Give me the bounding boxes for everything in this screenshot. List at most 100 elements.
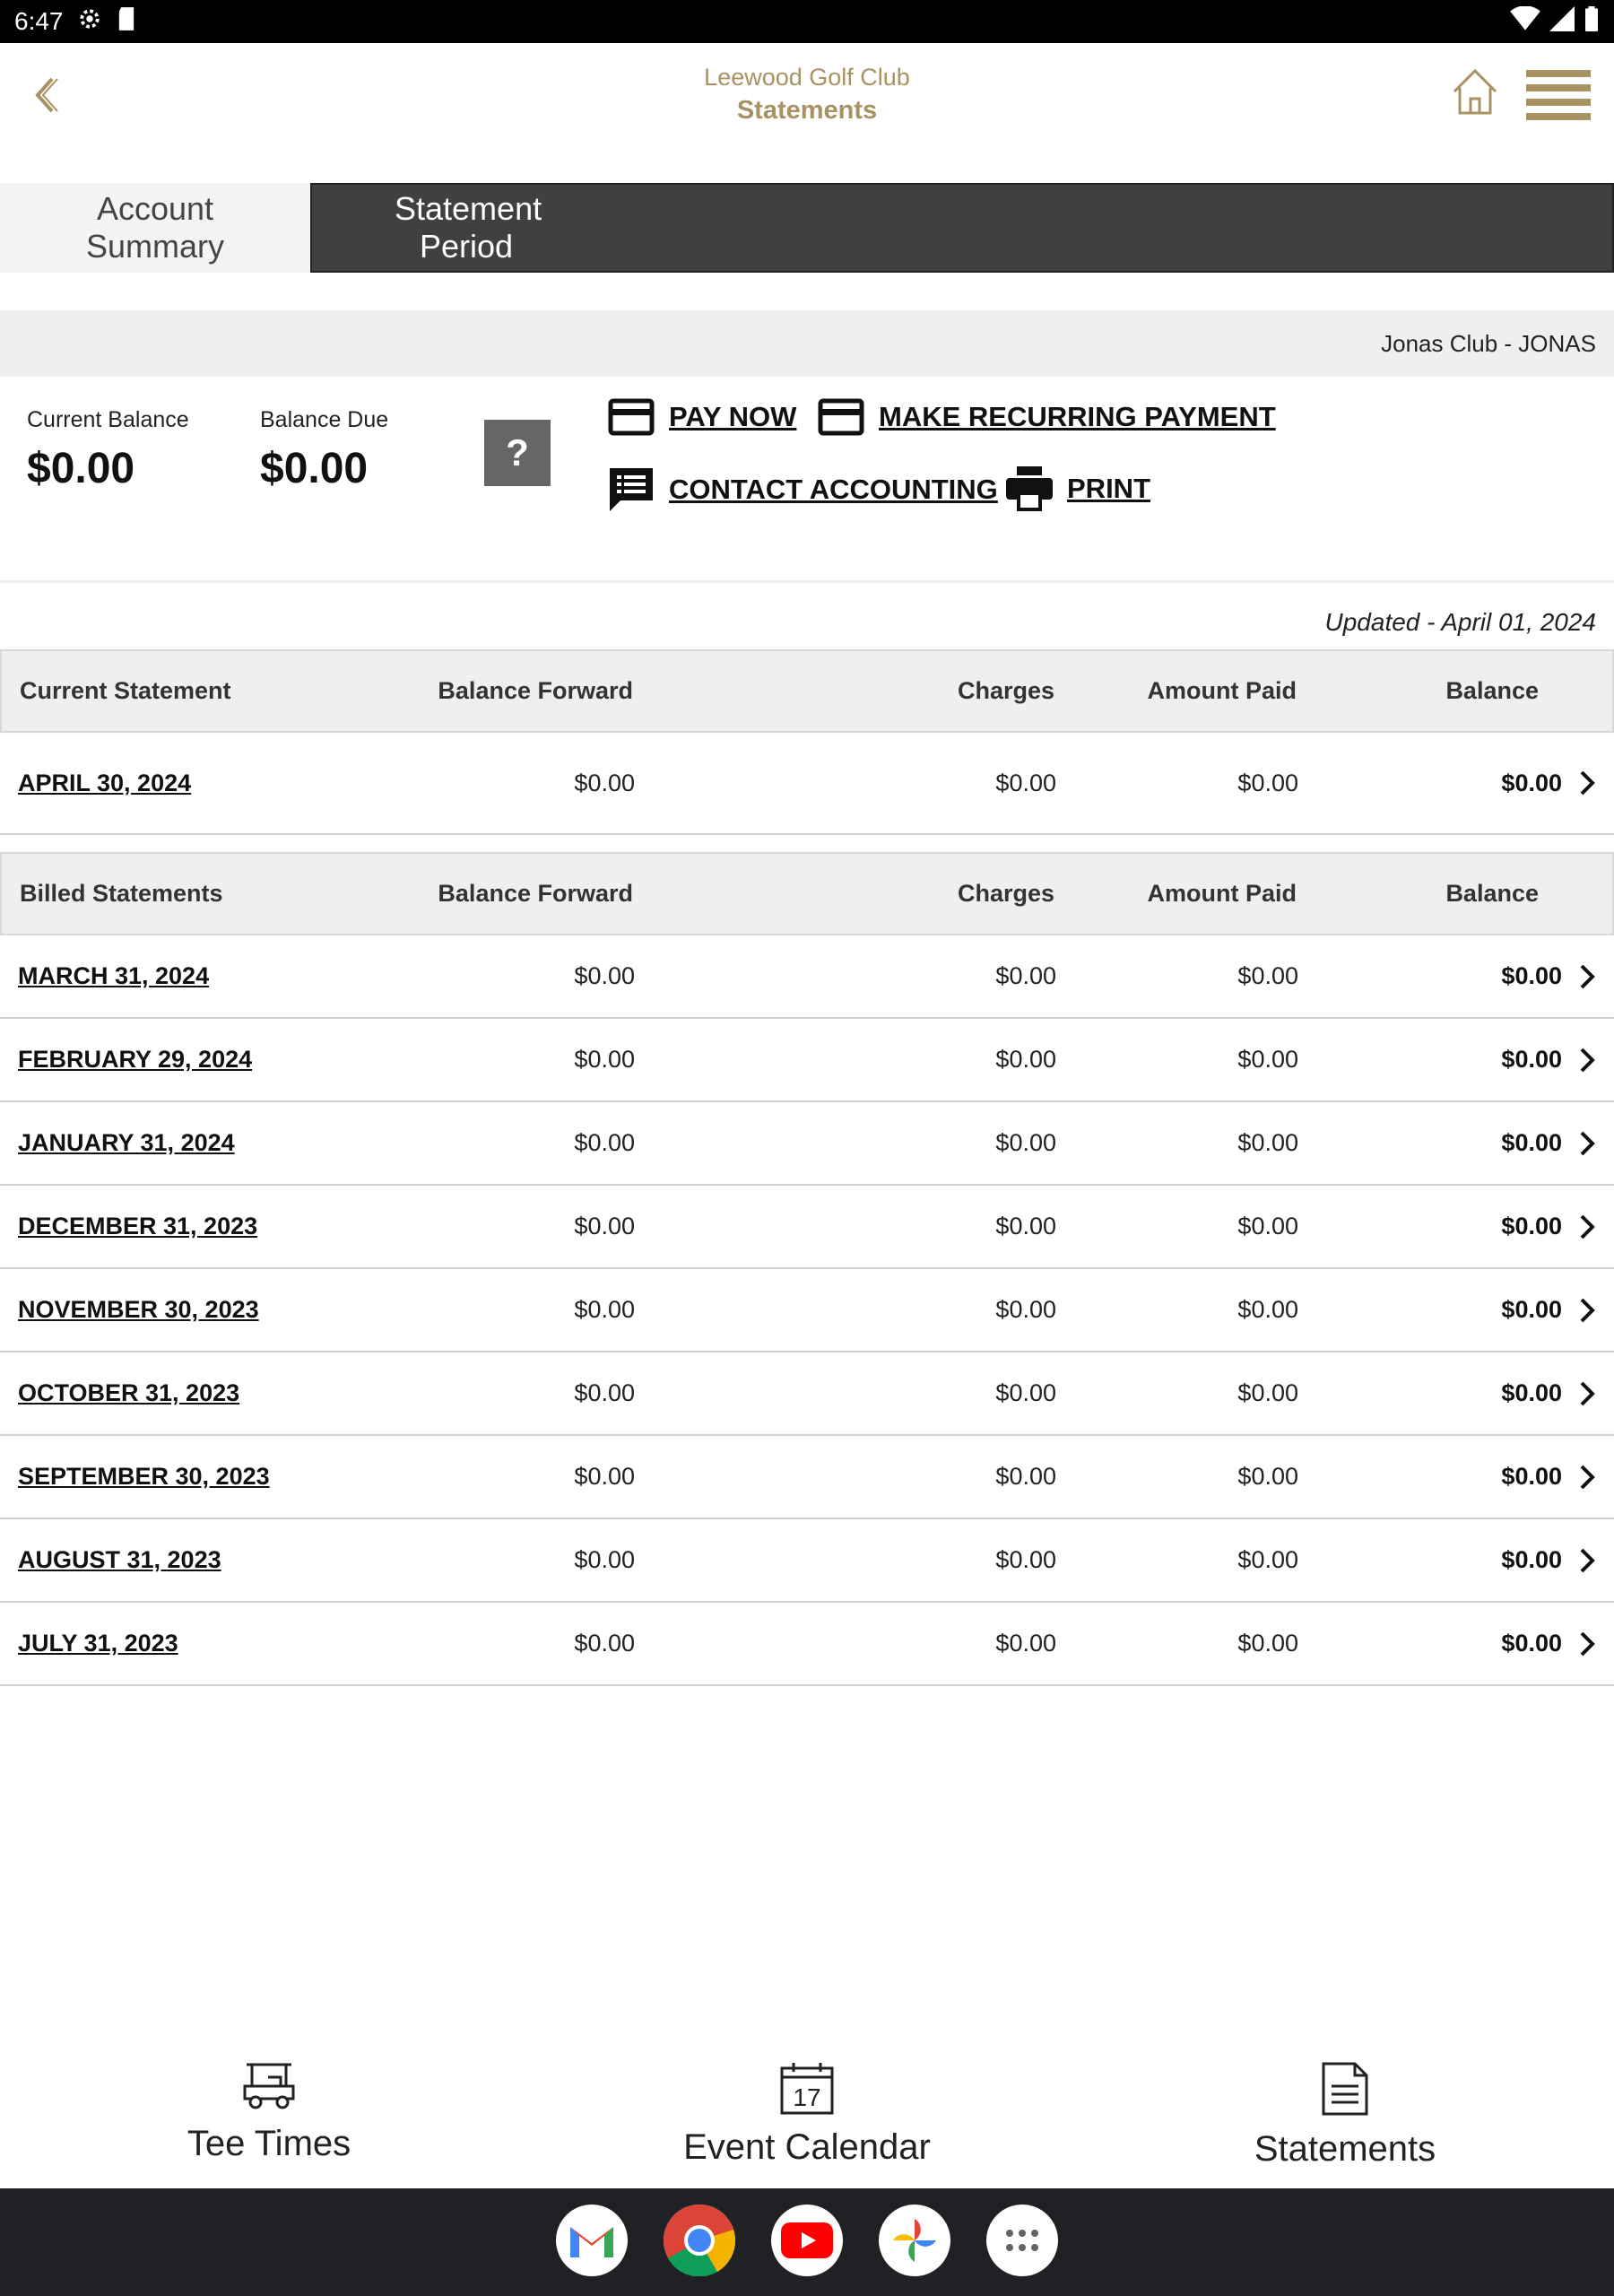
- chevron-right-icon[interactable]: [1578, 1102, 1596, 1184]
- balance-forward-cell: $0.00: [574, 1296, 635, 1323]
- statement-date-link[interactable]: SEPTEMBER 30, 2023: [18, 1436, 270, 1518]
- balance-forward-cell: $0.00: [574, 962, 635, 989]
- table-row[interactable]: APRIL 30, 2024 $0.00 $0.00 $0.00 $0.00: [0, 733, 1614, 835]
- bottom-navigation: Tee Times 17 Event Calendar Statements: [0, 2061, 1614, 2187]
- statement-date-link[interactable]: NOVEMBER 30, 2023: [18, 1269, 259, 1351]
- table-row[interactable]: OCTOBER 31, 2023 $0.00 $0.00 $0.00 $0.00: [0, 1352, 1614, 1436]
- chevron-right-icon[interactable]: [1578, 1352, 1596, 1434]
- table-row[interactable]: AUGUST 31, 2023 $0.00 $0.00 $0.00 $0.00: [0, 1519, 1614, 1603]
- balance-due-block: Balance Due $0.00: [260, 407, 388, 493]
- nav-tee-times[interactable]: Tee Times: [90, 2061, 448, 2164]
- nav-statements[interactable]: Statements: [1166, 2061, 1524, 2170]
- chevron-right-icon[interactable]: [1578, 1436, 1596, 1518]
- balance-forward-cell: $0.00: [574, 1213, 635, 1239]
- nav-label: Event Calendar: [683, 2127, 931, 2167]
- club-name: Leewood Golf Club: [704, 64, 910, 91]
- column-header: Amount Paid: [1147, 677, 1297, 704]
- make-recurring-payment-button[interactable]: MAKE RECURRING PAYMENT: [818, 398, 1276, 436]
- amount-paid-cell: $0.00: [1237, 962, 1298, 989]
- chat-message-icon: [610, 468, 653, 511]
- youtube-icon[interactable]: [771, 2205, 843, 2276]
- statement-date-link[interactable]: FEBRUARY 29, 2024: [18, 1019, 252, 1100]
- tab-label-line: Period: [419, 228, 514, 265]
- statement-tabs: Account Summary Statement Period: [0, 183, 1614, 273]
- photos-icon[interactable]: [879, 2205, 950, 2276]
- table-row[interactable]: JANUARY 31, 2024 $0.00 $0.00 $0.00 $0.00: [0, 1102, 1614, 1186]
- chevron-right-icon[interactable]: [1578, 1186, 1596, 1267]
- amount-paid-cell: $0.00: [1237, 1379, 1298, 1406]
- table-row[interactable]: SEPTEMBER 30, 2023 $0.00 $0.00 $0.00 $0.…: [0, 1436, 1614, 1519]
- credit-card-icon: [818, 398, 864, 436]
- statement-date-link[interactable]: APRIL 30, 2024: [18, 733, 191, 833]
- contact-accounting-button[interactable]: CONTACT ACCOUNTING: [608, 466, 998, 513]
- app-drawer-icon[interactable]: [986, 2205, 1058, 2276]
- balance-summary: Current Balance $0.00 Balance Due $0.00 …: [0, 395, 1614, 583]
- chevron-right-icon[interactable]: [1578, 733, 1596, 833]
- nav-event-calendar[interactable]: 17 Event Calendar: [628, 2061, 986, 2168]
- table-row[interactable]: FEBRUARY 29, 2024 $0.00 $0.00 $0.00 $0.0…: [0, 1019, 1614, 1102]
- column-header: Balance Forward: [438, 880, 633, 907]
- balance-cell: $0.00: [1501, 1046, 1562, 1073]
- table-row[interactable]: JULY 31, 2023 $0.00 $0.00 $0.00 $0.00: [0, 1603, 1614, 1686]
- amount-paid-cell: $0.00: [1237, 1630, 1298, 1657]
- amount-paid-cell: $0.00: [1237, 1546, 1298, 1573]
- menu-button[interactable]: [1526, 70, 1591, 122]
- nav-label: Tee Times: [187, 2124, 351, 2163]
- current-balance-label: Current Balance: [27, 407, 189, 432]
- help-button[interactable]: ?: [484, 420, 551, 486]
- balance-cell: $0.00: [1501, 1213, 1562, 1239]
- balance-forward-cell: $0.00: [574, 769, 635, 796]
- chevron-right-icon[interactable]: [1578, 935, 1596, 1017]
- column-header: Balance: [1445, 677, 1539, 704]
- balance-cell: $0.00: [1501, 962, 1562, 989]
- balance-cell: $0.00: [1501, 1379, 1562, 1406]
- balance-forward-cell: $0.00: [574, 1379, 635, 1406]
- column-header: Billed Statements: [20, 880, 223, 907]
- charges-cell: $0.00: [995, 1129, 1056, 1156]
- tab-account-summary[interactable]: Account Summary: [0, 183, 310, 273]
- statement-date-link[interactable]: MARCH 31, 2024: [18, 935, 209, 1017]
- amount-paid-cell: $0.00: [1237, 1296, 1298, 1323]
- balance-cell: $0.00: [1501, 1463, 1562, 1490]
- statement-date-link[interactable]: JULY 31, 2023: [18, 1603, 178, 1684]
- gmail-icon[interactable]: [556, 2205, 628, 2276]
- amount-paid-cell: $0.00: [1237, 769, 1298, 796]
- statement-date-link[interactable]: DECEMBER 31, 2023: [18, 1186, 257, 1267]
- battery-icon: [1584, 5, 1600, 38]
- table-row[interactable]: NOVEMBER 30, 2023 $0.00 $0.00 $0.00 $0.0…: [0, 1269, 1614, 1352]
- print-button[interactable]: PRINT: [1006, 466, 1150, 511]
- table-row[interactable]: MARCH 31, 2024 $0.00 $0.00 $0.00 $0.00: [0, 935, 1614, 1019]
- balance-cell: $0.00: [1501, 1129, 1562, 1156]
- nav-label: Statements: [1254, 2129, 1436, 2169]
- wifi-icon: [1510, 4, 1540, 38]
- current-statement-table: Current Statement Balance Forward Charge…: [0, 649, 1614, 835]
- billed-statements-table: Billed Statements Balance Forward Charge…: [0, 852, 1614, 1686]
- balance-forward-cell: $0.00: [574, 1463, 635, 1490]
- chrome-icon[interactable]: [664, 2205, 735, 2276]
- calendar-day: 17: [793, 2083, 820, 2111]
- chevron-right-icon[interactable]: [1578, 1269, 1596, 1351]
- statement-date-link[interactable]: AUGUST 31, 2023: [18, 1519, 221, 1601]
- table-row[interactable]: DECEMBER 31, 2023 $0.00 $0.00 $0.00 $0.0…: [0, 1186, 1614, 1269]
- calendar-icon: 17: [780, 2063, 834, 2115]
- column-header: Charges: [957, 880, 1054, 907]
- home-button[interactable]: [1449, 66, 1501, 117]
- chevron-right-icon[interactable]: [1578, 1603, 1596, 1684]
- charges-cell: $0.00: [995, 1213, 1056, 1239]
- tab-statement-period[interactable]: Statement Period: [310, 183, 1614, 273]
- club-account-bar: Jonas Club - JONAS: [0, 310, 1614, 377]
- system-dock: [0, 2188, 1614, 2296]
- tab-label-line: Statement: [395, 190, 542, 227]
- pay-now-button[interactable]: PAY NOW: [608, 398, 796, 436]
- status-bar: 6:47: [0, 0, 1614, 43]
- document-icon: [1322, 2062, 1368, 2116]
- chevron-right-icon[interactable]: [1578, 1019, 1596, 1100]
- statement-date-link[interactable]: JANUARY 31, 2024: [18, 1102, 235, 1184]
- statement-date-link[interactable]: OCTOBER 31, 2023: [18, 1352, 239, 1434]
- credit-card-icon: [608, 398, 655, 436]
- charges-cell: $0.00: [995, 1463, 1056, 1490]
- chevron-right-icon[interactable]: [1578, 1519, 1596, 1601]
- column-header: Charges: [957, 677, 1054, 704]
- balance-cell: $0.00: [1501, 1546, 1562, 1573]
- signal-icon: [1549, 5, 1575, 38]
